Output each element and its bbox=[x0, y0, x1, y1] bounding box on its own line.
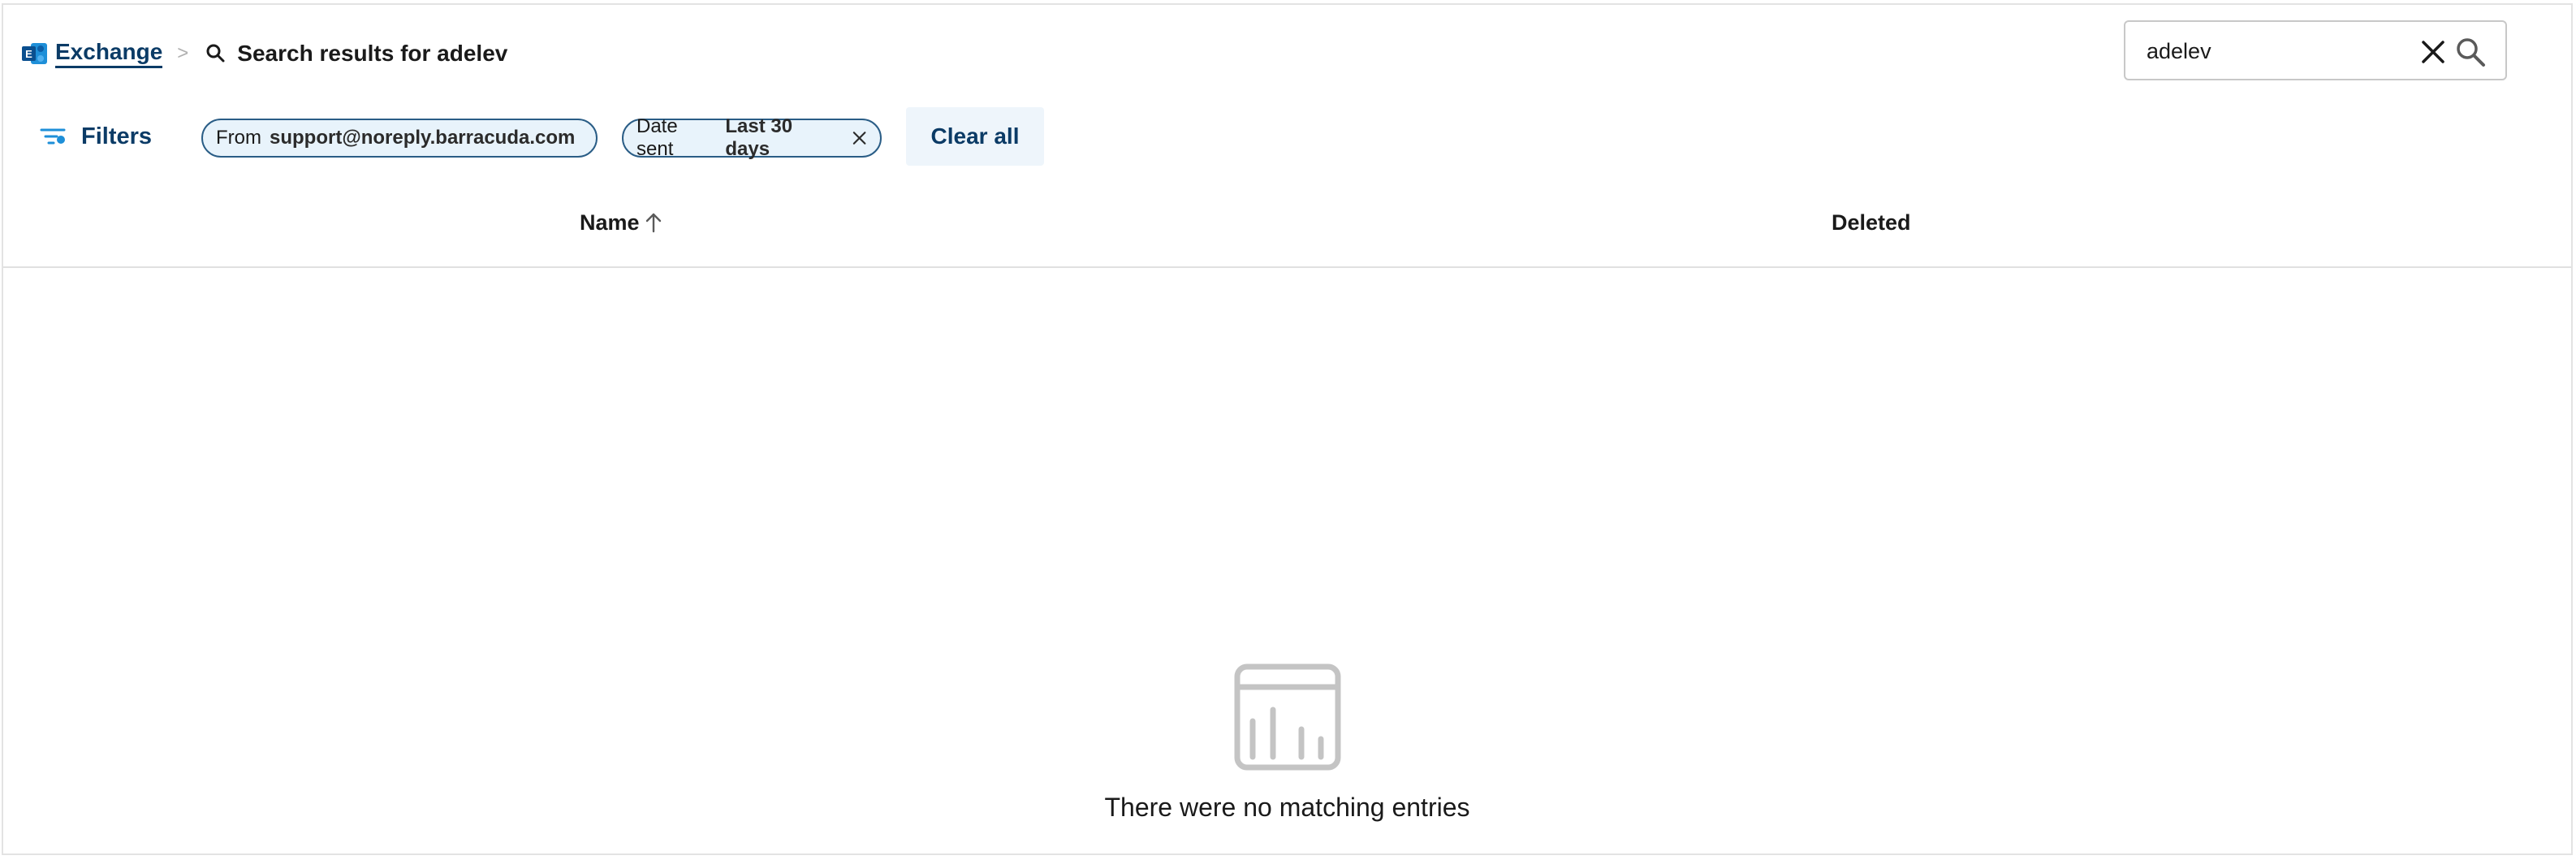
filter-chip-key: Date sent bbox=[636, 115, 678, 160]
clear-search-icon[interactable] bbox=[2418, 37, 2449, 67]
filters-label: Filters bbox=[81, 123, 153, 149]
filter-chip-value: Last 30 days bbox=[725, 115, 793, 160]
empty-state-message: There were no matching entries bbox=[1104, 793, 1470, 822]
column-header-label: Name bbox=[580, 210, 640, 235]
exchange-logo-icon: E bbox=[22, 43, 47, 64]
search-input[interactable] bbox=[2145, 33, 2421, 69]
sort-ascending-icon bbox=[645, 213, 661, 233]
breadcrumb-exchange-link[interactable]: Exchange bbox=[55, 39, 163, 68]
remove-filter-icon[interactable] bbox=[850, 128, 869, 148]
column-header-deleted[interactable]: Deleted bbox=[1832, 206, 1911, 239]
breadcrumb-current: Search results for adelev bbox=[237, 41, 508, 66]
table-header: Name Deleted bbox=[3, 188, 2571, 268]
app-frame: E Exchange > Search results for adelev a… bbox=[2, 3, 2573, 855]
top-bar: E Exchange > Search results for adelev bbox=[3, 5, 2571, 93]
filter-chip-key: From bbox=[216, 127, 261, 149]
search-button-icon[interactable] bbox=[2453, 35, 2489, 69]
svg-text:E: E bbox=[25, 48, 32, 60]
filters-button[interactable]: Filters bbox=[39, 117, 152, 156]
filter-chip-from[interactable]: From support@noreply.barracuda.com bbox=[201, 119, 598, 158]
filter-icon bbox=[40, 128, 66, 145]
empty-table-icon bbox=[1234, 663, 1340, 771]
search-icon bbox=[206, 44, 225, 63]
search-box bbox=[2124, 20, 2507, 80]
empty-state: There were no matching entries bbox=[3, 663, 2571, 823]
filter-chip-value: support@noreply.barracuda.com bbox=[270, 127, 576, 149]
breadcrumb-separator: > bbox=[177, 42, 189, 64]
column-header-label: Deleted bbox=[1832, 210, 1911, 235]
column-header-name[interactable]: Name bbox=[580, 206, 664, 239]
filter-chip-date-sent[interactable]: Date sent Last 30 days bbox=[622, 115, 882, 160]
clear-all-button[interactable]: Clear all bbox=[906, 107, 1044, 166]
filters-row: Filters From support@noreply.barracuda.c… bbox=[3, 107, 2571, 166]
breadcrumb: E Exchange > Search results for adelev bbox=[21, 36, 507, 71]
